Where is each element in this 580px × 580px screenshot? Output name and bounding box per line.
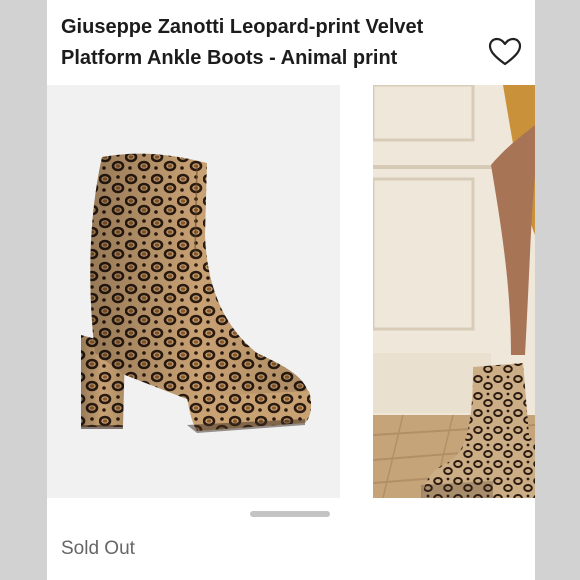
carousel-scroll-indicator[interactable] — [250, 511, 330, 517]
like-button[interactable] — [488, 37, 522, 67]
lifestyle-illustration — [373, 85, 535, 498]
boot-lifestyle-photo[interactable] — [373, 85, 535, 498]
listing-card: Giuseppe Zanotti Leopard-print Velvet Pl… — [47, 0, 535, 580]
image-carousel[interactable] — [47, 85, 535, 498]
boot-illustration — [81, 153, 312, 433]
brand-name[interactable]: Giuseppe Zanotti — [61, 16, 224, 38]
status-label: Sold Out — [61, 538, 135, 559]
listing-title: Giuseppe Zanotti Leopard-print Velvet Pl… — [61, 12, 481, 74]
boot-product-photo[interactable] — [47, 85, 340, 498]
heart-icon — [488, 37, 522, 66]
